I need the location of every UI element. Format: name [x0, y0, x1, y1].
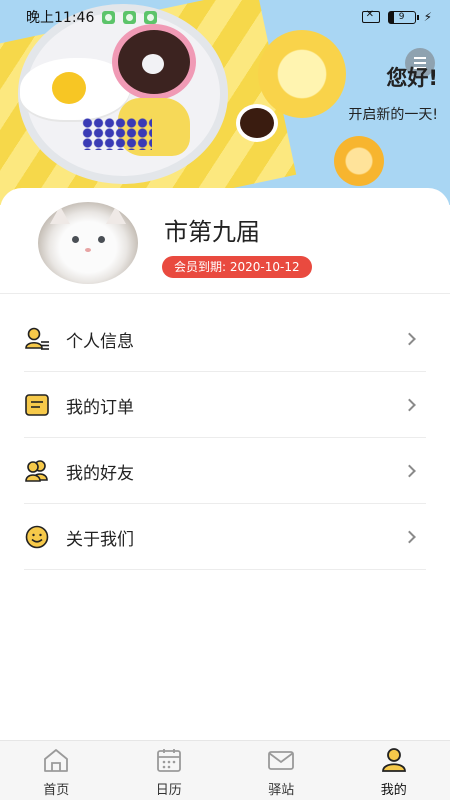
calendar-icon	[155, 747, 183, 773]
home-icon	[42, 747, 70, 773]
download-notification-icon	[123, 10, 137, 24]
member-expiry-badge: 会员到期: 2020-10-12	[162, 256, 312, 278]
tab-label: 驿站	[268, 783, 295, 798]
cat-eye-icon	[98, 236, 105, 243]
tab-home[interactable]: 首页	[0, 741, 113, 800]
tab-station[interactable]: 驿站	[225, 741, 338, 800]
profile-icon	[380, 747, 408, 773]
chevron-right-icon	[403, 530, 416, 544]
battery-level: 9	[398, 12, 405, 22]
status-bar: 晚上11:46 9 ⚡	[0, 0, 450, 34]
egg-yolk-illustration	[52, 72, 86, 104]
greeting-subtitle: 开启新的一天!	[348, 107, 438, 123]
cat-ear-icon	[106, 206, 126, 224]
berries-illustration	[82, 118, 152, 150]
bottom-tab-bar: 首页 日历 驿站 我的	[0, 740, 450, 800]
menu-item-personal-info[interactable]: 个人信息	[0, 306, 450, 372]
message-notification-icon	[144, 10, 158, 24]
tab-label: 日历	[155, 783, 182, 798]
friends-icon	[24, 458, 50, 484]
battery-icon: 9	[387, 10, 419, 24]
username: 市第九届	[164, 218, 260, 246]
donut-hole-illustration	[142, 54, 164, 74]
menu-item-about-us[interactable]: 关于我们	[0, 504, 450, 570]
menu-list: 个人信息 我的订单 我的好友 关于我们	[0, 306, 450, 570]
chevron-right-icon	[403, 464, 416, 478]
divider	[0, 293, 450, 294]
cat-ear-icon	[50, 206, 70, 224]
cat-nose-icon	[85, 248, 91, 252]
coffee-cup-illustration	[236, 104, 278, 142]
charging-icon: ⚡	[423, 10, 432, 24]
no-sim-icon	[361, 9, 380, 23]
tab-label: 首页	[43, 783, 70, 798]
wechat-notification-icon	[102, 10, 116, 24]
lemon-slice-illustration	[258, 30, 346, 118]
user-info-icon	[24, 326, 50, 352]
chevron-right-icon	[403, 398, 416, 412]
cat-eye-icon	[72, 236, 79, 243]
menu-item-label: 关于我们	[66, 529, 134, 550]
menu-item-my-orders[interactable]: 我的订单	[0, 372, 450, 438]
menu-item-my-friends[interactable]: 我的好友	[0, 438, 450, 504]
tab-label: 我的	[380, 783, 407, 798]
tab-mine[interactable]: 我的	[338, 741, 450, 800]
menu-item-label: 我的好友	[66, 463, 134, 484]
greeting-title: 您好!	[386, 66, 438, 90]
menu-item-label: 个人信息	[66, 331, 134, 352]
tab-calendar[interactable]: 日历	[113, 741, 226, 800]
smile-icon	[24, 524, 50, 550]
mail-icon	[267, 747, 295, 773]
avatar[interactable]	[38, 202, 138, 284]
profile-card: 市第九届 会员到期: 2020-10-12 个人信息 我的订单 我的好友 关于我…	[0, 188, 450, 740]
orange-slice-illustration	[334, 136, 384, 186]
order-icon	[24, 392, 50, 418]
chevron-right-icon	[403, 332, 416, 346]
menu-item-label: 我的订单	[66, 397, 134, 418]
status-time: 晚上11:46	[26, 10, 95, 26]
